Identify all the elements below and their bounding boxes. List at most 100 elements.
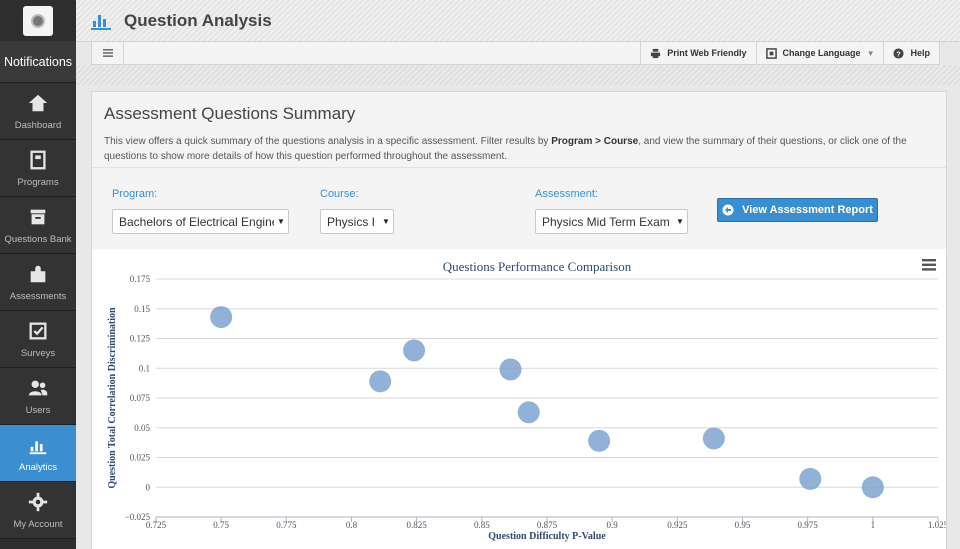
panel-header: Assessment Questions Summary This view o… [92, 92, 946, 168]
globe-icon [31, 13, 45, 28]
chart-menu-icon[interactable] [922, 259, 936, 271]
notifications-link[interactable]: Notifications [0, 41, 76, 83]
sidebar-item-assessments[interactable]: Assessments [0, 254, 76, 311]
data-point [210, 306, 233, 329]
y-tick-label: 0.05 [134, 423, 150, 433]
chevron-down-icon: ▼ [382, 217, 390, 226]
panel-title: Assessment Questions Summary [104, 104, 356, 123]
sidebar-item-dashboard[interactable]: Dashboard [0, 83, 76, 140]
data-point [403, 339, 426, 362]
chevron-down-icon: ▼ [676, 217, 684, 226]
x-tick-label: 0.9 [607, 520, 619, 530]
language-icon [765, 47, 777, 59]
page-title: Question Analysis [124, 10, 272, 30]
sidebar-item-label: Assessments [9, 290, 67, 302]
checkbox-icon [29, 322, 47, 339]
x-tick-label: 0.975 [798, 520, 819, 530]
sidebar-item-analytics[interactable]: Analytics [0, 425, 76, 482]
puzzle-icon [30, 265, 46, 282]
archive-icon [30, 209, 46, 224]
y-tick-label: 0.15 [134, 304, 150, 314]
x-tick-label: 1 [871, 520, 876, 530]
x-tick-label: 0.875 [537, 520, 558, 530]
x-tick-label: 0.825 [407, 520, 428, 530]
chevron-down-icon: ▼ [277, 217, 285, 226]
y-axis-title: Question Total Correlation Discriminatio… [107, 307, 118, 489]
y-tick-label: 0.1 [139, 363, 150, 373]
assessment-label: Assessment: [535, 188, 598, 200]
printer-icon [651, 48, 661, 58]
scatter-chart: Questions Performance Comparison 0.175 0.1… [107, 259, 949, 542]
logo[interactable] [23, 5, 53, 36]
chevron-down-icon: ▼ [866, 48, 875, 58]
x-tick-label: 1.025 [928, 520, 946, 530]
data-point [517, 401, 540, 424]
menu-toggle-button[interactable] [92, 42, 124, 64]
home-icon [28, 94, 48, 111]
program-label: Program: [112, 188, 158, 200]
sidebar: Notifications Dashboard Programs Questio… [0, 0, 76, 549]
course-label: Course: [320, 188, 359, 200]
print-button[interactable]: Print Web Friendly [640, 42, 755, 64]
sidebar-item-questions-bank[interactable]: Questions Bank [0, 197, 76, 254]
view-assessment-report-button[interactable]: View Assessment Report [717, 198, 878, 222]
help-button[interactable]: ? Help [883, 42, 939, 64]
y-tick-label: 0.175 [130, 274, 151, 284]
x-tick-label: 0.8 [346, 520, 358, 530]
sidebar-item-programs[interactable]: Programs [0, 140, 76, 197]
program-value: Bachelors of Electrical Engineering [119, 214, 274, 229]
toolbar: Print Web Friendly Change Language ▼ ? H… [91, 42, 940, 65]
divider-strip [76, 65, 960, 85]
sidebar-item-users[interactable]: Users [0, 368, 76, 425]
x-tick-label: 0.725 [146, 520, 167, 530]
assessment-select[interactable]: Physics Mid Term Exam ▼ [535, 209, 688, 234]
report-icon [722, 204, 734, 216]
print-label: Print Web Friendly [667, 48, 747, 58]
sidebar-item-surveys[interactable]: Surveys [0, 311, 76, 368]
users-icon [28, 380, 48, 395]
program-select[interactable]: Bachelors of Electrical Engineering ▼ [112, 209, 289, 234]
sidebar-item-label: Users [25, 404, 51, 416]
data-point [799, 467, 822, 490]
data-point [499, 358, 522, 381]
sidebar-item-label: Surveys [20, 347, 56, 359]
chart-title: Questions Performance Comparison [443, 259, 632, 274]
filter-bar: Program: Bachelors of Electrical Enginee… [92, 168, 946, 250]
x-tick-label: 0.925 [667, 520, 688, 530]
course-value: Physics I [327, 214, 376, 229]
svg-text:?: ? [897, 49, 902, 58]
assessment-value: Physics Mid Term Exam [542, 214, 670, 229]
data-point [369, 370, 392, 393]
chart-container: Questions Performance Comparison 0.175 0.1… [92, 249, 949, 549]
logo-area [0, 0, 76, 41]
sidebar-item-label: My Account [13, 518, 63, 530]
sidebar-item-label: Programs [17, 176, 59, 188]
y-tick-label: 0.125 [130, 334, 151, 344]
course-select[interactable]: Physics I ▼ [320, 209, 394, 234]
analytics-icon [29, 440, 47, 454]
gear-icon [28, 492, 48, 511]
language-label: Change Language [782, 48, 861, 58]
analytics-icon [91, 14, 111, 30]
page-header: Question Analysis [76, 0, 960, 42]
x-tick-label: 0.75 [213, 520, 229, 530]
y-tick-label: 0.025 [130, 453, 151, 463]
help-icon: ? [893, 47, 905, 59]
data-point [861, 476, 884, 499]
sidebar-item-my-account[interactable]: My Account [0, 482, 76, 539]
hamburger-icon [102, 49, 113, 57]
x-tick-label: 0.95 [735, 520, 751, 530]
x-tick-label: 0.85 [474, 520, 490, 530]
x-axis-title: Question Difficulty P-Value [488, 531, 606, 542]
panel-description: This view offers a quick summary of the … [104, 136, 907, 162]
data-point [702, 427, 725, 450]
y-tick-label: 0.075 [130, 393, 151, 403]
x-tick-label: 0.775 [276, 520, 297, 530]
view-report-label: View Assessment Report [742, 204, 873, 216]
help-label: Help [910, 48, 930, 58]
sidebar-item-label: Analytics [18, 461, 57, 473]
sidebar-item-label: Questions Bank [4, 233, 72, 245]
change-language-dropdown[interactable]: Change Language ▼ [755, 42, 884, 64]
y-tick-label: 0 [146, 482, 151, 492]
book-icon [30, 150, 46, 169]
